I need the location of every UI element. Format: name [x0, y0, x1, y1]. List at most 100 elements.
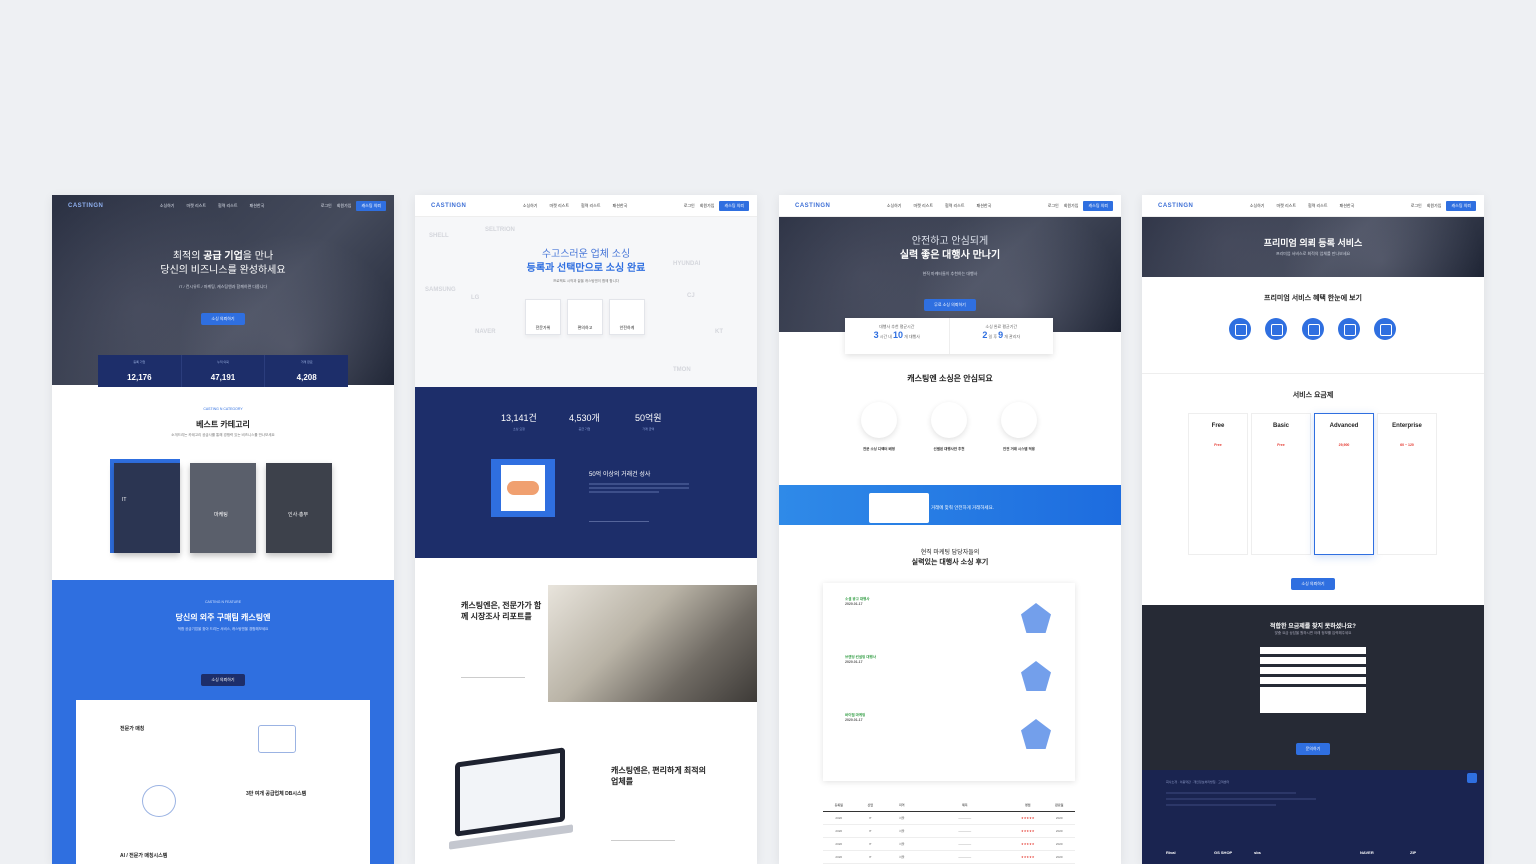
signup-link[interactable]: 회원가입: [337, 203, 352, 209]
partner-logo: NAVER: [1360, 850, 1374, 855]
office-photo: [548, 585, 757, 702]
table-row[interactable]: 2020 IT 서울 ────── ★★★★★ 2020: [823, 851, 1075, 864]
step-caption: 전문 소싱 디렉터 배정: [863, 447, 895, 451]
table-row[interactable]: 2020 IT 서울 ────── ★★★★★ 2020: [823, 825, 1075, 838]
login-link[interactable]: 로그인: [1048, 203, 1059, 209]
nav-item[interactable]: 협력 리스트: [581, 203, 601, 209]
feature-box: 전문가위: [525, 299, 561, 335]
feature-cta-button[interactable]: 소싱 의뢰하기: [201, 674, 245, 686]
radar-chart: [1021, 719, 1051, 749]
name-field[interactable]: [1260, 647, 1366, 654]
benefit-icon: [1338, 318, 1360, 340]
agency-icon: [931, 402, 967, 438]
signup-link[interactable]: 회원가입: [1064, 203, 1079, 209]
category-card-hr[interactable]: 인사·총무: [266, 463, 332, 553]
nav-item[interactable]: 협력 리스트: [1308, 203, 1328, 209]
escrow-text: 거래에 맞춰 안전하게 거래하세요.: [931, 505, 994, 510]
page-agency: CASTINGN 소싱하기 마켓 리스트 협력 리스트 패션한국 로그인 회원가입…: [779, 195, 1121, 864]
section-report: 캐스팅엔은, 전문가가 함께 시장조사 리포트를: [461, 601, 542, 621]
category-card-it[interactable]: IT: [114, 463, 180, 553]
hero-subtitle: 프로젝트 시작과 끝을 캐스팅엔이 함께 합니다: [552, 279, 620, 283]
plan-advanced[interactable]: Advanced 29,900: [1314, 413, 1374, 555]
cta-button[interactable]: 캐스팅 의뢰: [719, 200, 749, 211]
review-table: 등록일 산업 지역 제목 평점 완료일 2020 IT 서울 ────── ★★★★★ 2020 2…: [823, 799, 1075, 864]
step-caption: 선별된 대행사만 추천: [933, 447, 965, 451]
plans-cta-button[interactable]: 소싱 의뢰하기: [1291, 578, 1335, 590]
partner-logo: sbs: [1254, 850, 1261, 855]
logo[interactable]: CASTINGN: [1158, 203, 1193, 209]
more-line: [461, 677, 525, 678]
plans-title: 서비스 요금제: [1292, 392, 1334, 399]
nav-item[interactable]: 소싱하기: [887, 203, 902, 209]
scroll-top-button[interactable]: [1467, 773, 1477, 783]
nav-item[interactable]: 마켓 리스트: [187, 203, 207, 209]
feature-box: 편의하고: [567, 299, 603, 335]
handshake-icon: [491, 459, 555, 517]
phone-field[interactable]: [1260, 667, 1366, 674]
plan-free[interactable]: Free Free: [1188, 413, 1248, 555]
nav-item[interactable]: 마켓 리스트: [550, 203, 570, 209]
category-card-marketing[interactable]: 마케팅: [190, 463, 256, 553]
hero-title-line1: 수고스러운 업체 소싱: [541, 249, 631, 260]
nav-item[interactable]: 협력 리스트: [218, 203, 238, 209]
hero-subtitle: 프리미엄 서비스로 최적의 업체를 만나보세요: [1275, 251, 1351, 256]
login-link[interactable]: 로그인: [684, 203, 695, 209]
submit-button[interactable]: 문의하기: [1295, 743, 1331, 755]
nav-item[interactable]: 패션한국: [613, 203, 628, 209]
nav-item[interactable]: 패션한국: [977, 203, 992, 209]
feature-ai: AI / 전문가 매칭시스템: [120, 853, 168, 859]
review-title-line1: 현직 마케팅 담당자들의: [920, 550, 980, 556]
nav-item[interactable]: 소싱하기: [1250, 203, 1265, 209]
nav-item[interactable]: 패션한국: [1340, 203, 1355, 209]
top-bar: CASTINGN 소싱하기 마켓 리스트 협력 리스트 패션한국 로그인 회원가입…: [52, 195, 394, 217]
category-eyebrow: CASTING N CATEGORY: [203, 407, 243, 411]
footer: 회사소개 · 이용약관 · 개인정보처리방침 · 고객센터: [1142, 770, 1484, 864]
nav-item[interactable]: 마켓 리스트: [914, 203, 934, 209]
cta-button[interactable]: 캐스팅 의뢰: [1446, 200, 1476, 211]
partner-logo: GS SHOP: [1214, 850, 1233, 855]
radar-chart: [1021, 661, 1051, 691]
benefit-icon: [1229, 318, 1251, 340]
login-link[interactable]: 로그인: [1411, 203, 1422, 209]
document-icon: [258, 725, 296, 753]
feature-db: 3만 여개 공급업체 DB시스템: [246, 791, 307, 797]
nav-item[interactable]: 소싱하기: [523, 203, 538, 209]
benefit-icon: [1302, 318, 1324, 340]
email-field[interactable]: [1260, 677, 1366, 684]
nav-item[interactable]: 패션한국: [250, 203, 265, 209]
signup-link[interactable]: 회원가입: [700, 203, 715, 209]
nav-item[interactable]: 마켓 리스트: [1277, 203, 1297, 209]
nav-item[interactable]: 협력 리스트: [945, 203, 965, 209]
signup-link[interactable]: 회원가입: [1427, 203, 1442, 209]
hero-title-line2: 등록과 선택만으로 소싱 완료: [526, 263, 646, 274]
logo[interactable]: CASTINGN: [795, 203, 830, 209]
hero-cta-button[interactable]: 소싱 의뢰하기: [201, 313, 245, 325]
people-icon: [142, 785, 176, 817]
plan-basic[interactable]: Basic Free: [1251, 413, 1311, 555]
logo[interactable]: CASTINGN: [68, 203, 103, 209]
step-caption: 안전 거래 시스템 적용: [1003, 447, 1035, 451]
stats-section: 13,141건 소싱 요청 4,530개 공급 기업 50억원 거래 금액 50억 이…: [415, 387, 757, 558]
document-icon: [869, 493, 929, 523]
table-row[interactable]: 2020 IT 서울 ────── ★★★★★ 2020: [823, 812, 1075, 825]
partner-logo: Rival: [1166, 850, 1176, 855]
feature-title: 당신의 외주 구매팀 캐스팅엔: [175, 613, 271, 622]
company-field[interactable]: [1260, 657, 1366, 664]
stat-box: 대행사 추천 평균시간 3 시간 내 10 개 대행사 소싱 완료 평균기간 2 일…: [845, 318, 1053, 354]
hero-title: 프리미엄 의뢰 등록 서비스: [1263, 238, 1363, 248]
deal-title: 50억 이상의 거래건 성사: [589, 472, 651, 478]
page-main: CASTINGN 소싱하기 마켓 리스트 협력 리스트 패션한국 로그인 회원가입…: [52, 195, 394, 864]
message-field[interactable]: [1260, 687, 1366, 713]
logo[interactable]: CASTINGN: [431, 203, 466, 209]
table-row[interactable]: 2020 IT 서울 ────── ★★★★★ 2020: [823, 838, 1075, 851]
plan-enterprise[interactable]: Enterprise 60 ~ 120: [1377, 413, 1437, 555]
review-title-line2: 실력있는 대행사 소싱 후기: [911, 559, 989, 566]
login-link[interactable]: 로그인: [321, 203, 332, 209]
cta-button[interactable]: 캐스팅 의뢰: [356, 201, 386, 211]
hero-cta-button[interactable]: 무료 소싱 의뢰하기: [924, 299, 976, 311]
hero-title-line1: 안전하고 안심되게: [911, 236, 989, 247]
page-sourcing: CASTINGN 소싱하기 마켓 리스트 협력 리스트 패션한국 로그인 회원가입…: [415, 195, 757, 864]
more-line: [611, 840, 675, 841]
nav-item[interactable]: 소싱하기: [160, 203, 175, 209]
cta-button[interactable]: 캐스팅 의뢰: [1083, 200, 1113, 211]
